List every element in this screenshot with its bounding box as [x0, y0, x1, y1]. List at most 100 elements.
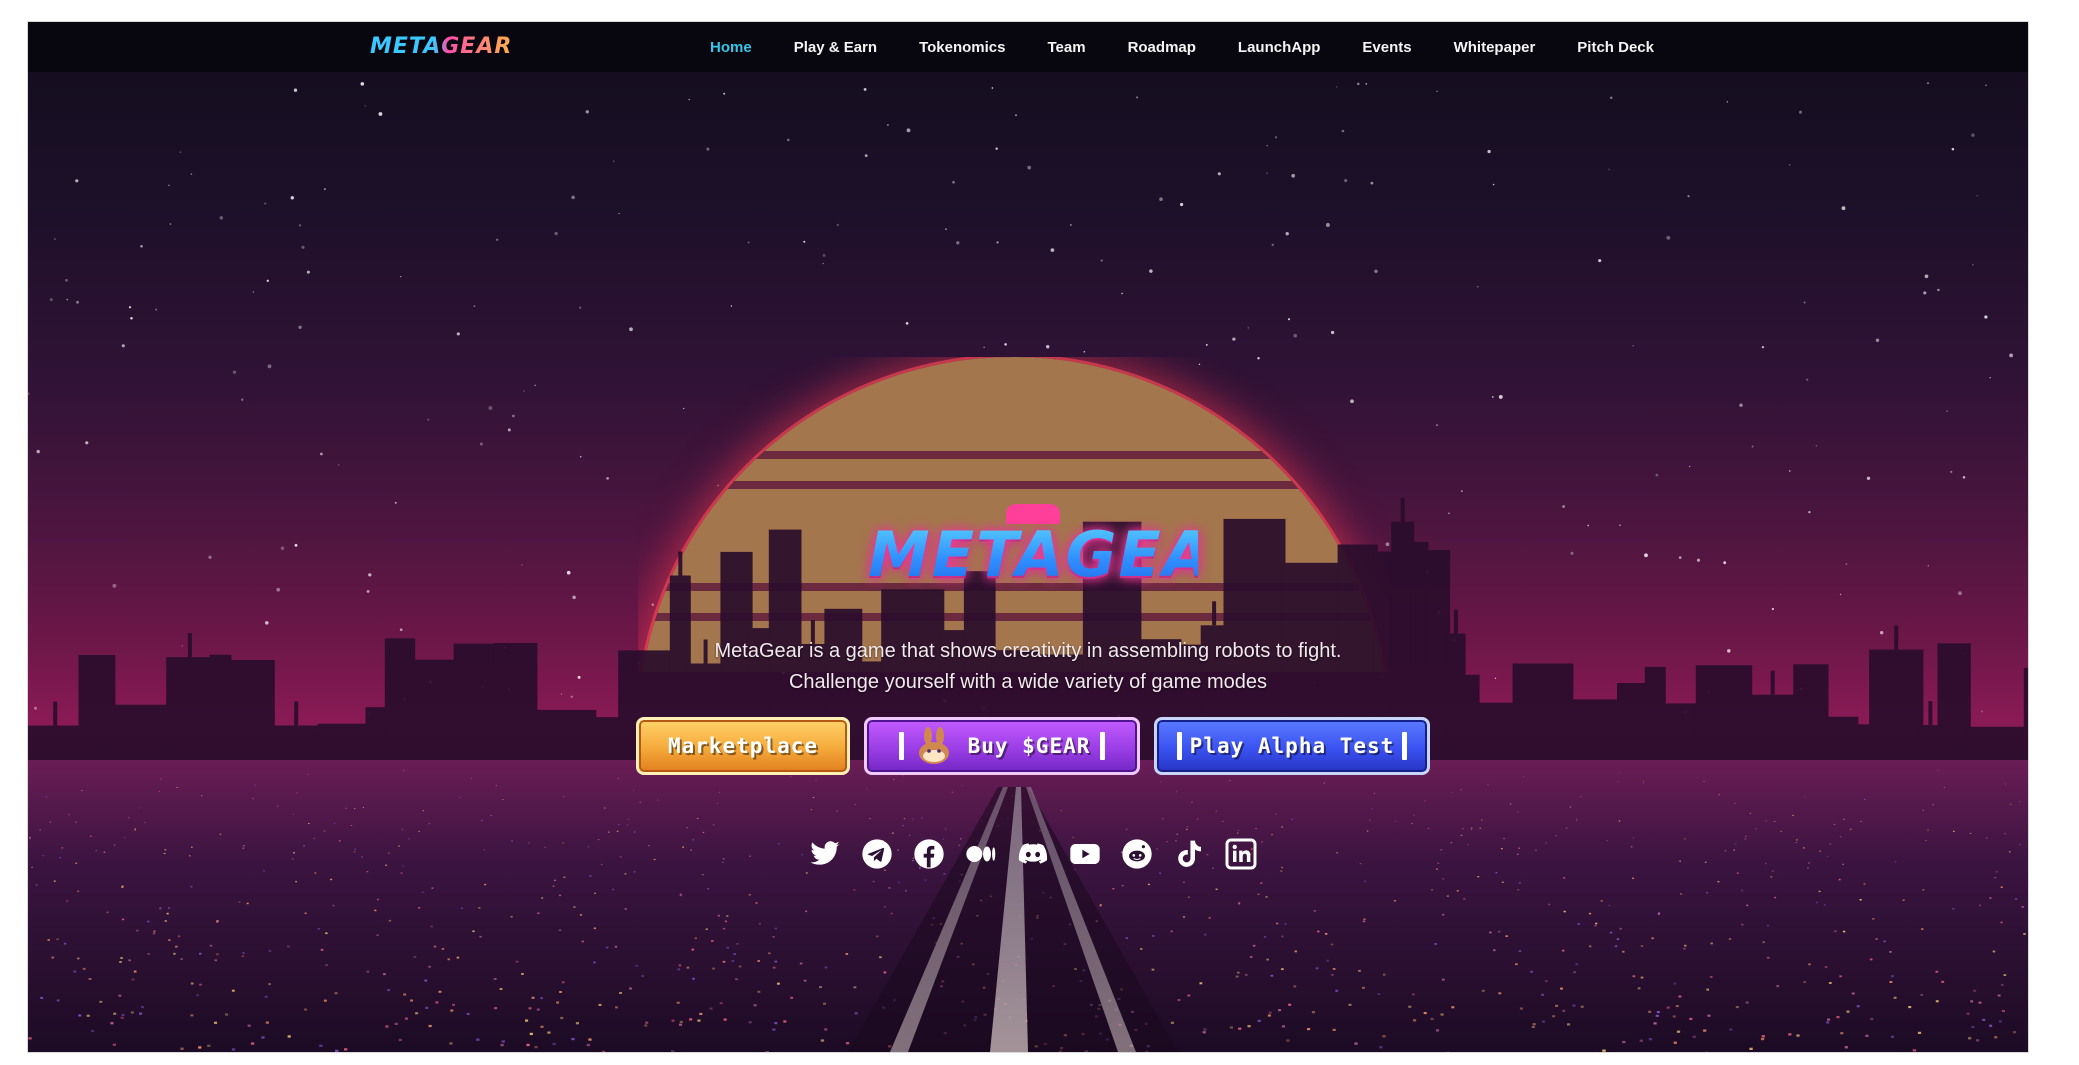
- city-light: [1823, 904, 1826, 906]
- city-light: [403, 993, 407, 996]
- reddit-icon[interactable]: [1120, 837, 1154, 871]
- city-light: [247, 1024, 251, 1027]
- city-light: [1358, 969, 1361, 972]
- city-light: [722, 858, 725, 860]
- city-light: [845, 1042, 850, 1045]
- nav-item-home[interactable]: Home: [710, 39, 752, 56]
- city-light: [1617, 781, 1619, 782]
- city-light: [748, 894, 751, 896]
- marketplace-button-label: Marketplace: [667, 734, 819, 758]
- linkedin-icon[interactable]: [1224, 837, 1258, 871]
- city-light: [1323, 782, 1325, 784]
- city-light: [1642, 782, 1644, 784]
- city-light: [1317, 930, 1320, 933]
- city-light: [201, 795, 203, 797]
- youtube-icon[interactable]: [1068, 837, 1102, 871]
- nav-item-launchapp[interactable]: LaunchApp: [1238, 39, 1321, 56]
- city-light: [428, 965, 431, 968]
- city-light: [707, 888, 710, 890]
- city-light: [459, 796, 461, 798]
- city-light: [1099, 905, 1102, 907]
- city-light: [893, 779, 895, 780]
- city-light: [639, 801, 641, 803]
- telegram-icon[interactable]: [860, 837, 894, 871]
- city-light: [810, 809, 813, 811]
- city-light: [1602, 1049, 1606, 1052]
- city-light: [207, 1044, 211, 1047]
- city-light: [68, 814, 70, 816]
- city-light: [722, 960, 726, 963]
- city-light: [726, 915, 729, 917]
- city-light: [1199, 982, 1203, 985]
- city-light: [119, 961, 122, 963]
- medium-icon[interactable]: [964, 837, 998, 871]
- buy-gear-button[interactable]: Buy $GEAR: [864, 717, 1140, 775]
- city-light: [424, 979, 428, 982]
- city-light: [738, 965, 742, 968]
- city-light: [1364, 880, 1366, 883]
- city-light: [904, 890, 907, 892]
- facebook-icon[interactable]: [912, 837, 946, 871]
- city-light: [73, 970, 77, 973]
- city-light: [657, 799, 659, 801]
- brand-logo[interactable]: METAGEAR: [370, 32, 512, 62]
- city-light: [1729, 1028, 1733, 1031]
- city-light: [1872, 918, 1875, 920]
- city-light: [1614, 945, 1618, 948]
- city-light: [402, 865, 404, 867]
- city-light: [112, 1043, 116, 1046]
- hero-logo: METAGEAR: [868, 504, 1260, 600]
- city-light: [1393, 900, 1396, 902]
- city-light: [1927, 829, 1929, 831]
- city-light: [1530, 970, 1533, 973]
- city-light: [1733, 849, 1736, 851]
- city-light: [479, 935, 482, 938]
- city-light: [1382, 1035, 1386, 1038]
- city-light: [325, 964, 328, 967]
- city-light: [768, 952, 771, 955]
- city-light: [876, 935, 879, 938]
- marketplace-button[interactable]: Marketplace: [636, 717, 850, 775]
- nav-item-events[interactable]: Events: [1362, 39, 1411, 56]
- nav-item-roadmap[interactable]: Roadmap: [1128, 39, 1196, 56]
- city-light: [153, 930, 156, 933]
- city-light: [330, 878, 332, 881]
- city-light: [1890, 1035, 1895, 1038]
- city-light: [1804, 795, 1806, 797]
- city-light: [1755, 828, 1757, 830]
- city-light: [898, 881, 901, 884]
- discord-icon[interactable]: [1016, 837, 1050, 871]
- city-light: [883, 971, 887, 974]
- city-light: [853, 986, 857, 989]
- city-light: [1808, 862, 1810, 864]
- play-alpha-test-button[interactable]: Play Alpha Test: [1154, 717, 1430, 775]
- city-light: [2000, 886, 2003, 888]
- nav-item-whitepaper[interactable]: Whitepaper: [1454, 39, 1536, 56]
- city-light: [1249, 956, 1253, 958]
- city-light: [626, 824, 629, 826]
- city-light: [589, 875, 592, 877]
- city-light: [121, 918, 125, 921]
- nav-item-pitch-deck[interactable]: Pitch Deck: [1577, 39, 1654, 56]
- city-light: [1826, 1021, 1830, 1024]
- city-light: [56, 999, 60, 1002]
- city-light: [1281, 968, 1284, 971]
- city-light: [295, 880, 297, 883]
- city-light: [1517, 889, 1520, 891]
- city-light: [1749, 1047, 1753, 1050]
- city-light: [1734, 843, 1737, 845]
- city-light: [435, 1001, 439, 1004]
- city-light: [1186, 828, 1188, 830]
- skyline-building: [1569, 699, 1621, 767]
- city-light: [629, 987, 632, 990]
- city-light: [618, 824, 620, 825]
- twitter-icon[interactable]: [808, 837, 842, 871]
- city-light: [1236, 971, 1240, 974]
- tiktok-icon[interactable]: [1172, 837, 1206, 871]
- nav-item-play-earn[interactable]: Play & Earn: [794, 39, 877, 56]
- nav-item-tokenomics[interactable]: Tokenomics: [919, 39, 1005, 56]
- city-light: [1953, 830, 1955, 832]
- city-light: [160, 778, 162, 780]
- city-light: [2019, 844, 2021, 846]
- nav-item-team[interactable]: Team: [1047, 39, 1085, 56]
